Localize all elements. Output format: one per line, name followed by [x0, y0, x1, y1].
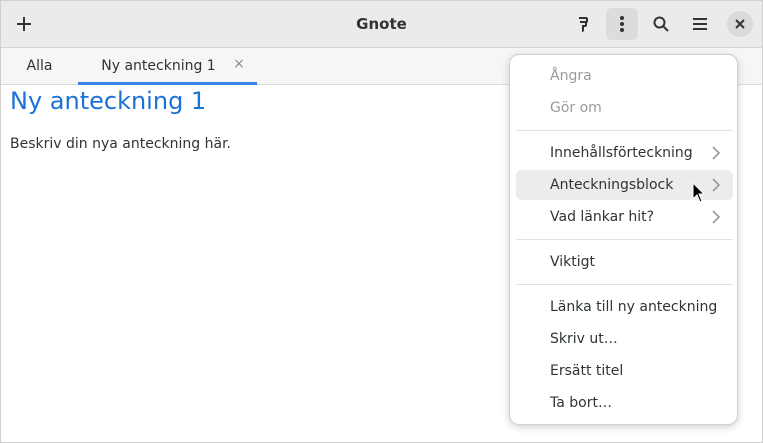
window-close-button[interactable]	[727, 11, 753, 37]
menu-item-label: Viktigt	[550, 254, 596, 270]
menu-item-label: Innehållsförteckning	[550, 145, 693, 161]
menu-item-undo[interactable]: Ångra	[516, 61, 733, 91]
link-icon	[579, 17, 588, 32]
link-button[interactable]	[567, 8, 599, 40]
search-button[interactable]	[645, 8, 677, 40]
chevron-right-icon	[712, 178, 721, 192]
options-menu: Ångra Gör om Innehållsförteckning Anteck…	[509, 54, 738, 425]
menu-separator	[516, 130, 733, 131]
hamburger-icon	[693, 18, 707, 30]
menu-item-redo[interactable]: Gör om	[516, 93, 733, 123]
note-title[interactable]: Ny anteckning 1	[10, 87, 206, 115]
tab-close-button[interactable]: ×	[233, 57, 245, 71]
chevron-right-icon	[712, 146, 721, 160]
menu-item-label: Skriv ut…	[550, 331, 618, 347]
note-body[interactable]: Beskriv din nya anteckning här.	[10, 136, 231, 152]
menu-item-important[interactable]: Viktigt	[516, 247, 733, 277]
vertical-dots-icon	[620, 16, 624, 32]
menu-item-replace-title[interactable]: Ersätt titel	[516, 356, 733, 386]
mouse-pointer-icon	[692, 182, 706, 203]
more-options-button[interactable]	[606, 8, 638, 40]
menu-item-link-new-note[interactable]: Länka till ny anteckning	[516, 292, 733, 322]
menu-item-label: Gör om	[550, 100, 602, 116]
menu-item-label: Länka till ny anteckning	[550, 299, 718, 315]
tab-label: Alla	[26, 58, 53, 74]
header-bar: Gnote	[1, 1, 762, 48]
menu-item-label: Anteckningsblock	[550, 177, 674, 193]
chevron-right-icon	[712, 210, 721, 224]
menu-item-label: Ta bort…	[550, 395, 612, 411]
close-icon	[735, 19, 745, 29]
menu-item-label: Ångra	[550, 68, 592, 84]
menu-item-what-links-here[interactable]: Vad länkar hit?	[516, 202, 733, 232]
menu-separator	[516, 284, 733, 285]
menu-item-delete[interactable]: Ta bort…	[516, 388, 733, 418]
menu-separator	[516, 239, 733, 240]
tab-all[interactable]: Alla	[1, 48, 78, 84]
menu-item-print[interactable]: Skriv ut…	[516, 324, 733, 354]
main-menu-button[interactable]	[684, 8, 716, 40]
tab-note[interactable]: Ny anteckning 1	[78, 48, 257, 85]
menu-item-label: Ersätt titel	[550, 363, 624, 379]
menu-item-label: Vad länkar hit?	[550, 209, 655, 225]
app-window: Gnote Alla Ny anteckning 1 × Ny anteckni…	[0, 0, 763, 443]
search-icon	[653, 16, 669, 32]
tab-label: Ny anteckning 1	[101, 58, 216, 74]
active-tab-indicator	[78, 82, 257, 85]
menu-item-table-of-contents[interactable]: Innehållsförteckning	[516, 138, 733, 168]
